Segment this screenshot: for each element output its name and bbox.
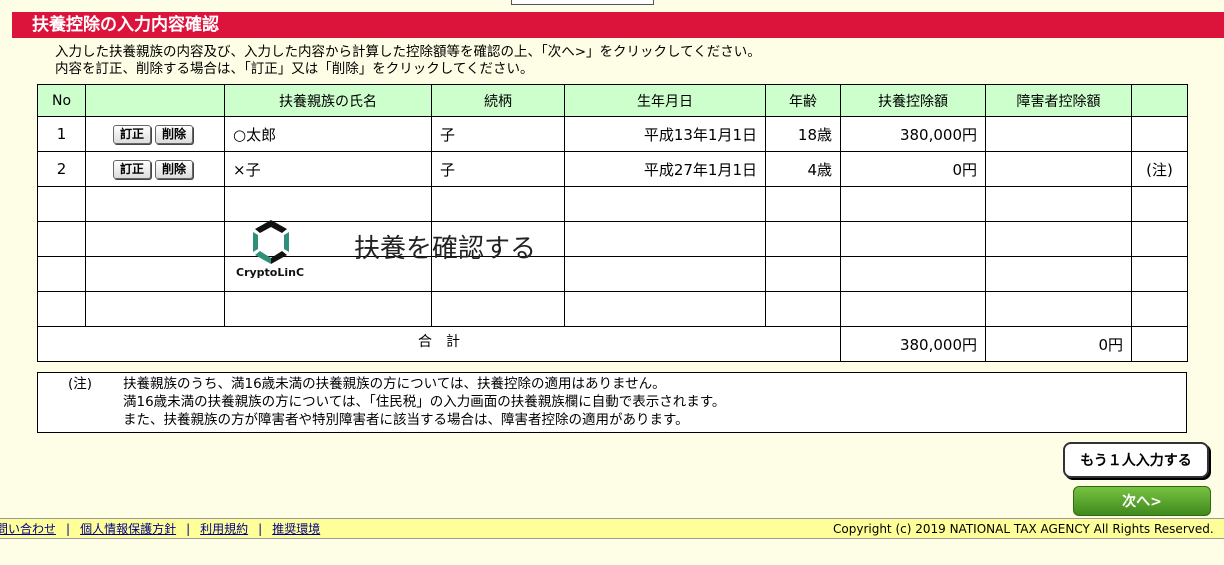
edit-button[interactable]: 訂正 [112, 124, 151, 144]
instructions: 入力した扶養親族の内容及び、入力した内容から計算した控除額等を確認の上、「次へ>… [55, 44, 761, 78]
header-birthdate: 生年月日 [564, 84, 766, 117]
row-birthdate: 平成27年1月1日 [564, 151, 766, 187]
delete-button[interactable]: 削除 [155, 124, 194, 144]
footer-link-terms[interactable]: 利用規約 [200, 522, 248, 536]
footer-link-environment[interactable]: 推奨環境 [272, 522, 320, 536]
table-row: 2 訂正 削除 ×子 子 平成27年1月1日 4歳 0円 (注) [37, 151, 1188, 187]
empty-row [37, 221, 1188, 257]
dependents-table: No 扶養親族の氏名 続柄 生年月日 年齢 扶養控除額 障害者控除額 1 訂正削… [37, 84, 1188, 362]
row-note [1131, 116, 1188, 152]
copyright: Copyright (c) 2019 NATIONAL TAX AGENCY A… [833, 522, 1214, 536]
note-line-1: 扶養親族のうち、満16歳未満の扶養親族の方については、扶養控除の適用はありません… [123, 376, 666, 392]
footer-link-privacy[interactable]: 個人情報保護方針 [80, 522, 176, 536]
row-actions: 訂正 削除 [85, 151, 225, 187]
next-button[interactable]: 次へ> [1073, 486, 1211, 516]
table-row: 1 訂正 削除 ○太郎 子 平成13年1月1日 18歳 380,000円 [37, 116, 1188, 152]
page-title: 扶養控除の入力内容確認 [12, 12, 1224, 38]
total-row: 合 計 380,000円 0円 [37, 326, 1188, 362]
row-note: (注) [1131, 151, 1188, 187]
row-actions: 訂正 削除 [85, 116, 225, 152]
instruction-line-2: 内容を訂正、削除する場合は、「訂正」又は「削除」をクリックしてください。 [55, 61, 534, 77]
header-age: 年齢 [765, 84, 841, 117]
row-relation: 子 [431, 116, 565, 152]
footer: 問い合わせ | 個人情報保護方針 | 利用規約 | 推奨環境 Copyright (c) 2… [0, 518, 1224, 539]
empty-row [37, 186, 1188, 222]
instruction-line-1: 入力した扶養親族の内容及び、入力した内容から計算した控除額等を確認の上、「次へ>… [55, 44, 761, 60]
total-disability: 0円 [985, 326, 1132, 362]
footer-links: 問い合わせ | 個人情報保護方針 | 利用規約 | 推奨環境 [0, 519, 320, 539]
row-age: 18歳 [765, 116, 841, 152]
row-birthdate: 平成13年1月1日 [564, 116, 766, 152]
table-header-row: No 扶養親族の氏名 続柄 生年月日 年齢 扶養控除額 障害者控除額 [37, 84, 1188, 117]
note-label: (注) [68, 376, 93, 392]
edit-button[interactable]: 訂正 [112, 159, 151, 179]
note-lines: 扶養親族のうち、満16歳未満の扶養親族の方については、扶養控除の適用はありません… [123, 375, 725, 429]
row-age: 4歳 [765, 151, 841, 187]
header-name: 扶養親族の氏名 [224, 84, 432, 117]
note-box: (注) 扶養親族のうち、満16歳未満の扶養親族の方については、扶養控除の適用はあ… [37, 372, 1187, 433]
footer-link-inquiry[interactable]: 問い合わせ [0, 522, 56, 536]
total-deduction: 380,000円 [840, 326, 986, 362]
row-name: ×子 [224, 151, 432, 187]
empty-row [37, 256, 1188, 292]
header-relation: 続柄 [431, 84, 565, 117]
header-note [1131, 84, 1188, 117]
row-disability [985, 151, 1132, 187]
row-relation: 子 [431, 151, 565, 187]
header-actions [85, 84, 225, 117]
row-disability [985, 116, 1132, 152]
empty-row [37, 291, 1188, 327]
header-no: No [37, 84, 86, 117]
header-disability-deduction: 障害者控除額 [985, 84, 1132, 117]
row-deduction: 380,000円 [840, 116, 986, 152]
total-label: 合 計 [37, 326, 841, 362]
top-frame-box [511, 0, 654, 5]
header-deduction: 扶養控除額 [840, 84, 986, 117]
add-another-button[interactable]: もう１人入力する [1063, 442, 1209, 478]
note-line-2: 満16歳未満の扶養親族の方については、「住民税」の入力画面の扶養親族欄に自動で表… [123, 394, 726, 410]
row-no: 2 [37, 151, 86, 187]
row-deduction: 0円 [840, 151, 986, 187]
delete-button[interactable]: 削除 [155, 159, 194, 179]
row-no: 1 [37, 116, 86, 152]
note-line-3: また、扶養親族の方が障害者や特別障害者に該当する場合は、障害者控除の適用がありま… [123, 412, 689, 428]
row-name: ○太郎 [224, 116, 432, 152]
